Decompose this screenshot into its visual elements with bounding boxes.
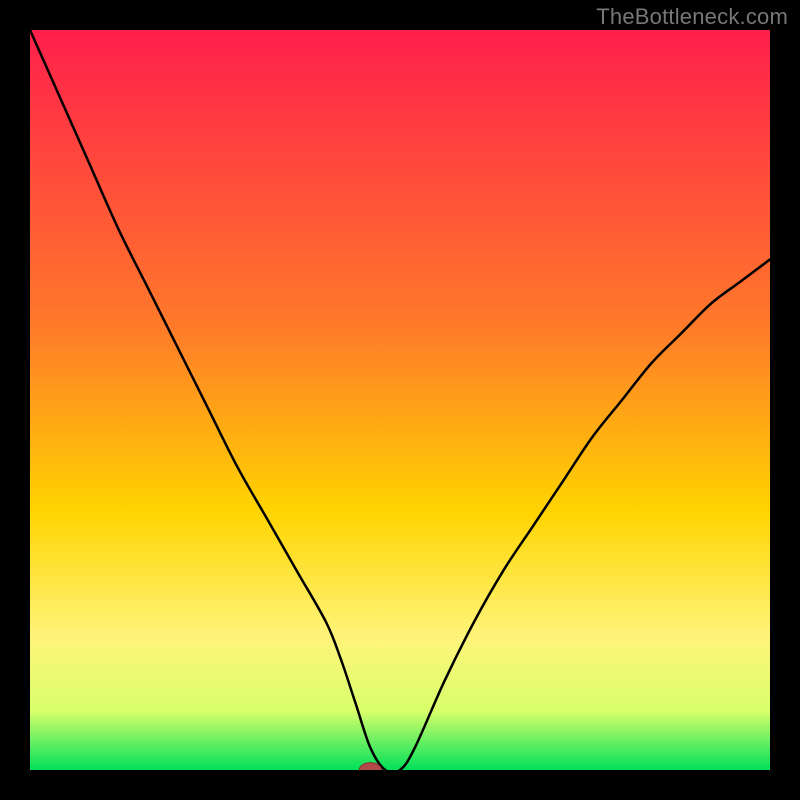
chart-frame: TheBottleneck.com <box>0 0 800 800</box>
plot-svg <box>30 30 770 770</box>
plot-area <box>30 30 770 770</box>
bottleneck-curve <box>30 30 770 770</box>
watermark-text: TheBottleneck.com <box>596 4 788 30</box>
